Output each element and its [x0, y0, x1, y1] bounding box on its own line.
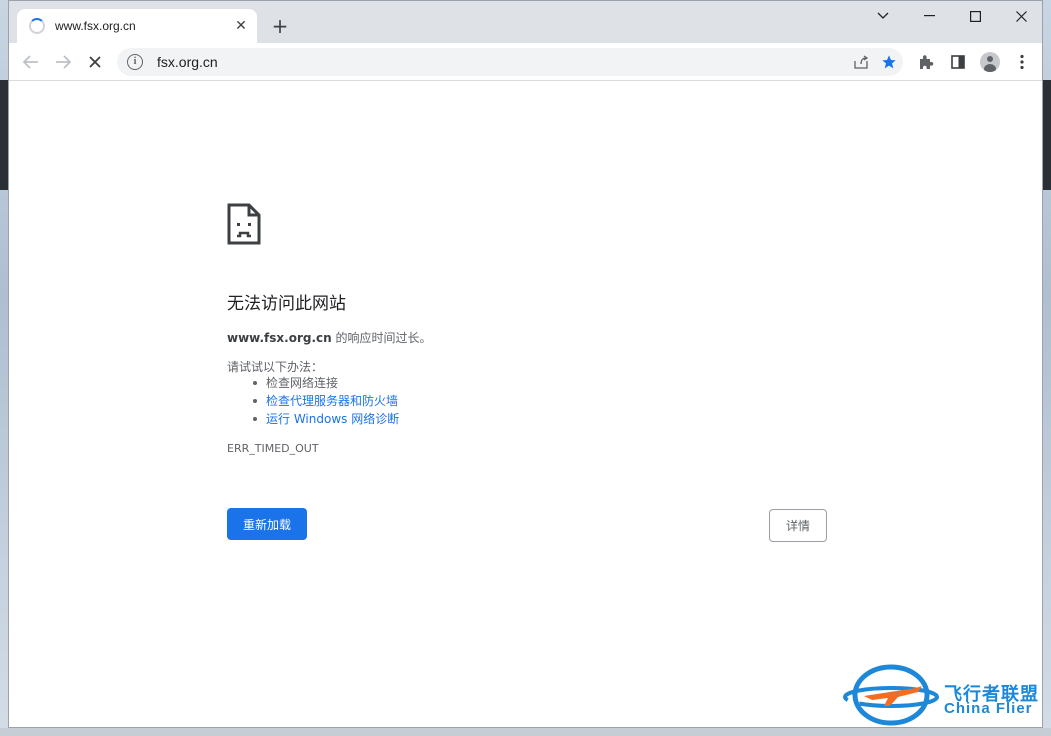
profile-avatar-icon[interactable]: [976, 48, 1004, 76]
bookmark-star-icon[interactable]: [875, 48, 903, 76]
side-panel-icon[interactable]: [944, 48, 972, 76]
avatar: [980, 52, 1000, 72]
new-tab-button[interactable]: +: [267, 13, 293, 39]
loading-spinner-icon: [29, 18, 45, 34]
forward-button[interactable]: [49, 48, 77, 76]
stop-loading-button[interactable]: [81, 48, 109, 76]
menu-dots-icon[interactable]: [1008, 48, 1036, 76]
tab-close-icon[interactable]: ✕: [231, 16, 251, 36]
suggestion-check-proxy-link[interactable]: 检查代理服务器和防火墙: [249, 392, 399, 410]
close-window-button[interactable]: [998, 1, 1042, 31]
error-host: www.fsx.org.cn: [227, 331, 332, 345]
minimize-button[interactable]: [906, 1, 952, 31]
error-description: www.fsx.org.cn 的响应时间过长。: [227, 329, 432, 346]
address-bar[interactable]: i fsx.org.cn: [117, 48, 903, 76]
tab-active[interactable]: www.fsx.org.cn ✕: [17, 9, 257, 43]
site-info-icon[interactable]: i: [127, 54, 143, 70]
address-url[interactable]: fsx.org.cn: [157, 54, 847, 70]
browser-window: www.fsx.org.cn ✕ + i fsx.org.cn 无法访问此网站 …: [8, 0, 1043, 728]
tab-search-dropdown-icon[interactable]: [860, 1, 906, 31]
try-label: 请试试以下办法：: [227, 360, 324, 374]
error-title: 无法访问此网站: [227, 294, 346, 314]
suggestion-check-connection: 检查网络连接: [249, 374, 399, 392]
title-bar: www.fsx.org.cn ✕ +: [9, 1, 1042, 43]
error-page: 无法访问此网站 www.fsx.org.cn 的响应时间过长。 请试试以下办法：…: [9, 81, 1042, 727]
suggestion-list: 检查网络连接 检查代理服务器和防火墙 运行 Windows 网络诊断: [249, 374, 399, 428]
share-icon[interactable]: [847, 48, 875, 76]
reload-button[interactable]: 重新加载: [227, 508, 307, 540]
tab-title: www.fsx.org.cn: [55, 19, 136, 33]
suggestion-run-diagnostics-link[interactable]: 运行 Windows 网络诊断: [249, 410, 399, 428]
error-code: ERR_TIMED_OUT: [227, 442, 319, 455]
maximize-button[interactable]: [952, 1, 998, 31]
details-button[interactable]: 详情: [769, 509, 827, 542]
watermark: 飞行者联盟 China Flier: [842, 664, 1047, 730]
back-button[interactable]: [17, 48, 45, 76]
extensions-icon[interactable]: [912, 48, 940, 76]
error-desc-suffix: 的响应时间过长。: [331, 331, 432, 345]
browser-toolbar: i fsx.org.cn: [9, 43, 1042, 81]
watermark-en-text: China Flier: [944, 700, 1033, 717]
sad-page-icon: [227, 203, 261, 245]
china-flier-logo-icon: [842, 664, 940, 726]
